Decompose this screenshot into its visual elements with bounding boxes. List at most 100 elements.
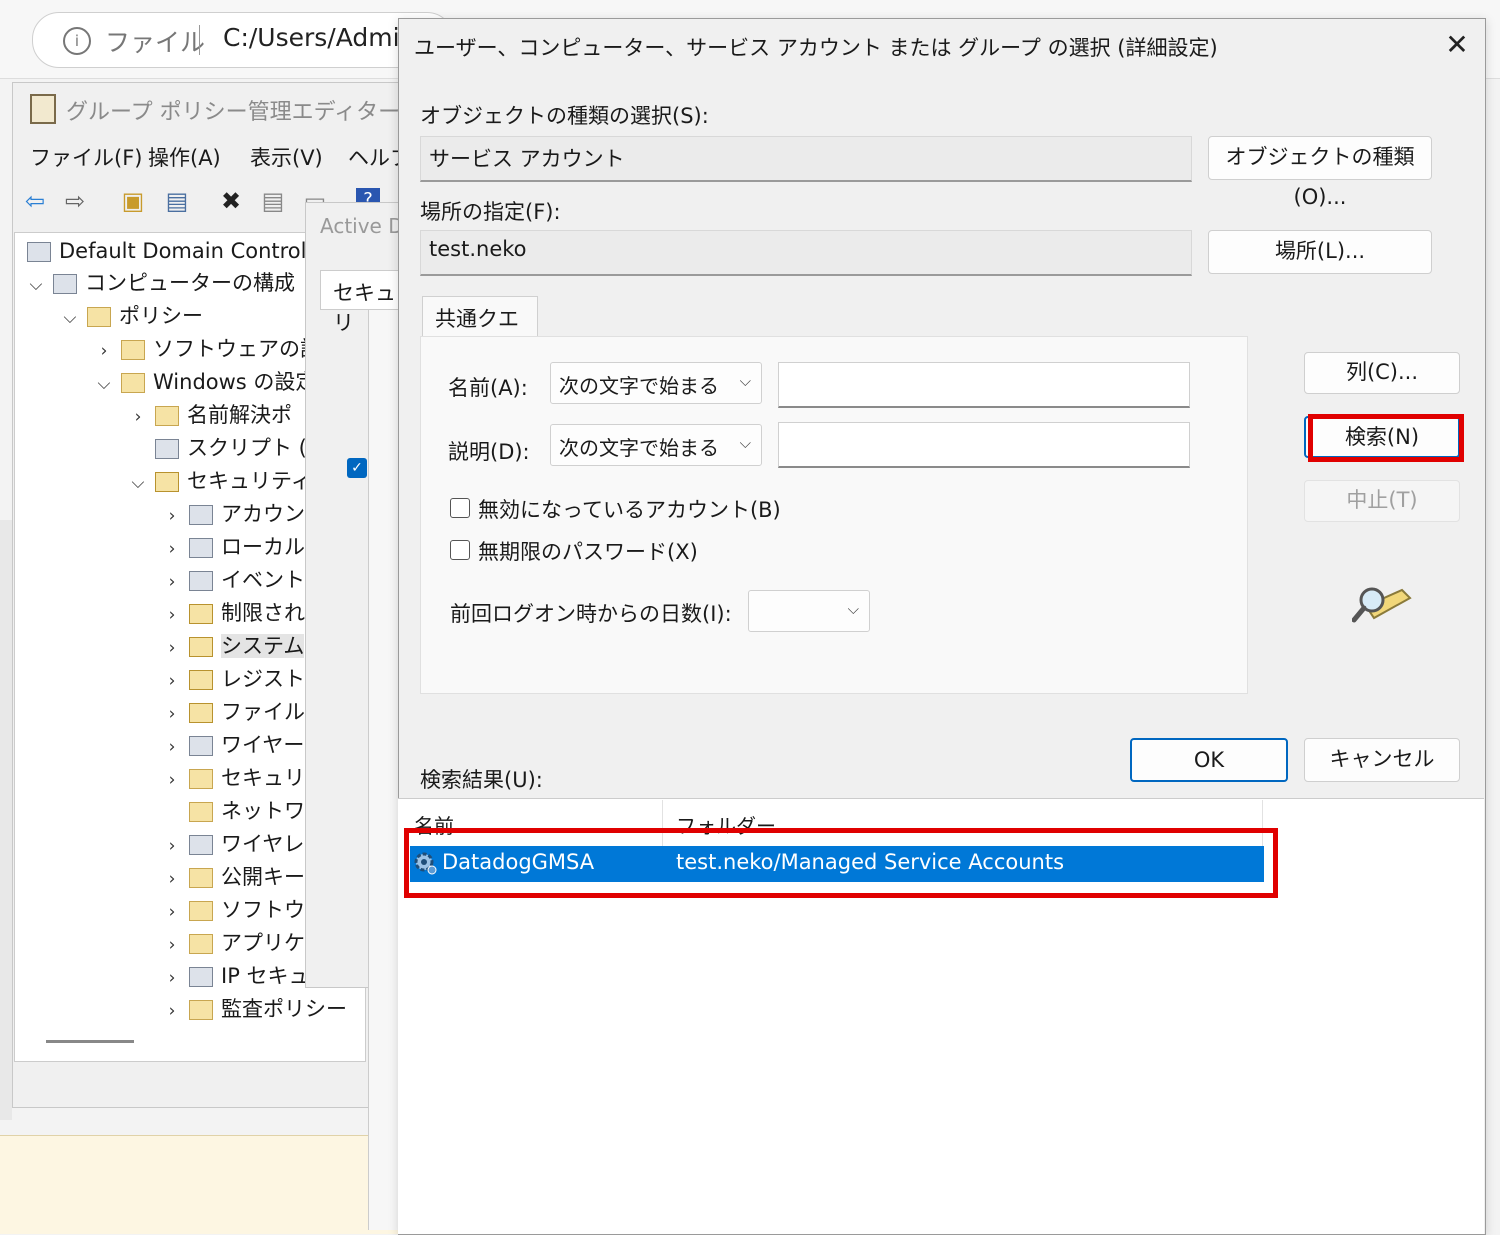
name-input[interactable] xyxy=(778,362,1190,408)
lock-folder-icon xyxy=(189,703,213,723)
table-row[interactable]: DatadogGMSA test.neko/Managed Service Ac… xyxy=(410,846,1264,882)
chevron-right-icon[interactable]: › xyxy=(161,500,183,532)
chevron-right-icon[interactable]: › xyxy=(161,665,183,697)
column-divider xyxy=(662,800,663,846)
chevron-right-icon[interactable]: › xyxy=(161,863,183,895)
info-icon[interactable]: i xyxy=(63,27,91,55)
chevron-down-icon: ⌵ xyxy=(739,372,751,390)
tree-item-local[interactable]: › ローカル xyxy=(161,531,305,563)
tree-item-file[interactable]: › ファイル xyxy=(161,696,305,728)
stop-button[interactable]: 中止(T) xyxy=(1304,480,1460,522)
policy-icon xyxy=(30,94,56,124)
chevron-down-icon[interactable]: ⌵ xyxy=(127,467,149,499)
chevron-down-icon[interactable]: ⌵ xyxy=(93,368,115,400)
menu-file[interactable]: ファイル(F) xyxy=(30,142,142,172)
days-since-logon-select[interactable]: ⌵ xyxy=(748,590,870,632)
chevron-right-icon[interactable]: › xyxy=(161,929,183,961)
show-hide-tree-icon[interactable]: ▤ xyxy=(162,186,192,216)
tab-common-queries[interactable]: 共通クエリ xyxy=(422,296,538,361)
column-header-folder[interactable]: フォルダー xyxy=(676,810,776,839)
tree-item-computer-config[interactable]: ⌵ コンピューターの構成 xyxy=(25,267,295,299)
server-icon xyxy=(189,538,213,558)
lock-folder-icon xyxy=(189,637,213,657)
object-types-button[interactable]: オブジェクトの種類(O)... xyxy=(1208,136,1432,209)
columns-button[interactable]: 列(C)... xyxy=(1304,352,1460,394)
tree-item-restricted[interactable]: › 制限され xyxy=(161,597,305,629)
chevron-right-icon[interactable]: › xyxy=(161,632,183,664)
tree-item-public-key[interactable]: › 公開キー xyxy=(161,861,305,893)
back-arrow-icon[interactable]: ⇦ xyxy=(20,186,50,216)
chevron-right-icon[interactable]: › xyxy=(93,335,115,367)
tree-item-policy[interactable]: ⌵ ポリシー xyxy=(59,300,203,332)
chevron-right-icon[interactable]: › xyxy=(161,764,183,796)
folder-icon xyxy=(121,373,145,393)
tree-item-windows-settings[interactable]: ⌵ Windows の設定 xyxy=(93,366,317,400)
chevron-right-icon[interactable]: › xyxy=(161,566,183,598)
tree-item-event[interactable]: › イベント xyxy=(161,564,305,596)
name-match-select[interactable]: 次の文字で始まる ⌵ xyxy=(550,362,762,404)
tree-item-security[interactable]: › セキュリテ xyxy=(161,762,326,794)
ok-button[interactable]: OK xyxy=(1130,738,1288,782)
background-window-bottom xyxy=(0,1135,400,1234)
address-bar[interactable]: i ファイル C:/Users/Admin xyxy=(32,12,454,68)
tree-item-application[interactable]: › アプリケー xyxy=(161,927,326,959)
tree-item-account[interactable]: › アカウント xyxy=(161,498,326,530)
network-icon xyxy=(189,736,213,756)
chevron-right-icon[interactable]: › xyxy=(127,401,149,433)
tree-item-registry[interactable]: › レジストリ xyxy=(161,663,326,695)
folder-icon xyxy=(189,901,213,921)
result-folder: test.neko/Managed Service Accounts xyxy=(676,850,1065,874)
tree-item-security-settings[interactable]: ⌵ セキュリティの xyxy=(127,465,333,497)
close-icon[interactable]: ✕ xyxy=(1440,28,1474,62)
chevron-right-icon[interactable]: › xyxy=(161,962,183,994)
horizontal-scrollbar[interactable] xyxy=(46,1040,134,1043)
server-icon xyxy=(189,505,213,525)
locations-button[interactable]: 場所(L)... xyxy=(1208,230,1432,274)
folder-icon xyxy=(121,340,145,360)
up-folder-icon[interactable]: ▣ xyxy=(118,186,148,216)
non-expiring-password-checkbox[interactable] xyxy=(450,540,470,560)
gpm-title-bar: グループ ポリシー管理エディター xyxy=(14,84,400,132)
delete-icon[interactable]: ✖ xyxy=(216,186,246,216)
tree-item-system[interactable]: › システム xyxy=(161,630,305,664)
tree-item-wired[interactable]: › ワイヤー xyxy=(161,729,305,763)
result-name: DatadogGMSA xyxy=(442,850,595,874)
tree-item-wireless[interactable]: › ワイヤレ xyxy=(161,828,305,862)
tab-security[interactable]: セキュリ xyxy=(320,270,400,335)
menu-view[interactable]: 表示(V) xyxy=(250,142,323,172)
disabled-accounts-checkbox[interactable] xyxy=(450,498,470,518)
checked-checkbox[interactable]: ✓ xyxy=(347,458,367,478)
tree-item-scripts[interactable]: スクリプト (ス xyxy=(149,432,328,464)
tree-item-audit-policy[interactable]: › 監査ポリシー xyxy=(161,993,347,1025)
cancel-button[interactable]: キャンセル xyxy=(1304,738,1460,782)
chevron-down-icon: ⌵ xyxy=(847,600,859,618)
search-now-button[interactable]: 検索(N) xyxy=(1304,416,1460,458)
chart-icon xyxy=(189,835,213,855)
chevron-right-icon[interactable]: › xyxy=(161,830,183,862)
chevron-down-icon[interactable]: ⌵ xyxy=(25,269,47,301)
tree-item-software[interactable]: › ソフトウェ xyxy=(161,894,326,926)
properties-icon[interactable]: ▤ xyxy=(258,186,288,216)
tree-item-name-resolution[interactable]: › 名前解決ポ xyxy=(127,399,292,431)
service-account-icon xyxy=(414,852,437,875)
chevron-right-icon[interactable]: › xyxy=(161,533,183,565)
menu-action[interactable]: 操作(A) xyxy=(148,142,221,172)
url-text[interactable]: C:/Users/Admin xyxy=(223,23,415,52)
chevron-right-icon[interactable]: › xyxy=(161,599,183,631)
object-type-field: サービス アカウント xyxy=(420,136,1192,182)
description-label: 説明(D): xyxy=(448,440,530,464)
column-header-name[interactable]: 名前 xyxy=(414,810,454,839)
chevron-right-icon[interactable]: › xyxy=(161,698,183,730)
tree-item-root[interactable]: Default Domain Controller xyxy=(21,235,334,267)
tree-item-ipsec[interactable]: › IP セキュ xyxy=(161,960,310,992)
disabled-accounts-label: 無効になっているアカウント(B) xyxy=(478,498,781,522)
forward-arrow-icon[interactable]: ⇨ xyxy=(60,186,90,216)
description-match-select[interactable]: 次の文字で始まる ⌵ xyxy=(550,424,762,466)
chevron-right-icon[interactable]: › xyxy=(161,731,183,763)
chevron-down-icon[interactable]: ⌵ xyxy=(59,302,81,334)
chevron-right-icon[interactable]: › xyxy=(161,896,183,928)
search-results-label: 検索結果(U): xyxy=(420,768,543,792)
chevron-right-icon[interactable]: › xyxy=(161,995,183,1027)
description-input[interactable] xyxy=(778,422,1190,468)
script-icon xyxy=(155,439,179,459)
